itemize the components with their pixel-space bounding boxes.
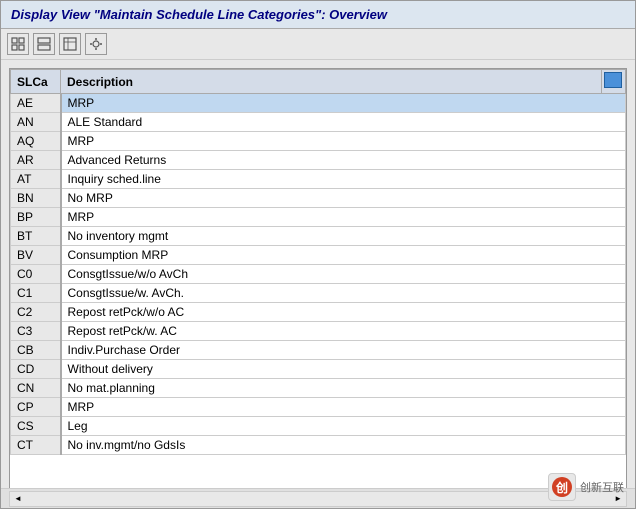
horizontal-scrollbar[interactable]: ◄ ►	[9, 491, 627, 507]
cell-slca: BV	[11, 246, 61, 265]
cell-slca: AN	[11, 113, 61, 132]
table-row[interactable]: CSLeg	[11, 417, 626, 436]
cell-description: No MRP	[61, 189, 626, 208]
logo-icon: 创	[548, 473, 576, 501]
cell-description: ConsgtIssue/w. AvCh.	[61, 284, 626, 303]
table-container[interactable]: SLCa Description AEMRPANALE StandardAQMR…	[9, 68, 627, 488]
title-bar: Display View "Maintain Schedule Line Cat…	[1, 1, 635, 29]
table-row[interactable]: C3Repost retPck/w. AC	[11, 322, 626, 341]
table-row[interactable]: CDWithout delivery	[11, 360, 626, 379]
table-row[interactable]: AEMRP	[11, 94, 626, 113]
cell-description: No inv.mgmt/no GdsIs	[61, 436, 626, 455]
logo-text: 创新互联	[580, 479, 624, 495]
cell-slca: C3	[11, 322, 61, 341]
cell-slca: BN	[11, 189, 61, 208]
column-settings-icon[interactable]	[604, 72, 622, 88]
table-row[interactable]: BTNo inventory mgmt	[11, 227, 626, 246]
table-row[interactable]: CBIndiv.Purchase Order	[11, 341, 626, 360]
cell-slca: BT	[11, 227, 61, 246]
cell-description: MRP	[61, 94, 626, 113]
table-row[interactable]: CPMRP	[11, 398, 626, 417]
table-row[interactable]: ANALE Standard	[11, 113, 626, 132]
table-row[interactable]: CTNo inv.mgmt/no GdsIs	[11, 436, 626, 455]
cell-description: ALE Standard	[61, 113, 626, 132]
view-button[interactable]	[7, 33, 29, 55]
cell-description: No inventory mgmt	[61, 227, 626, 246]
cell-slca: AE	[11, 94, 61, 113]
table-row[interactable]: ATInquiry sched.line	[11, 170, 626, 189]
table-row[interactable]: BVConsumption MRP	[11, 246, 626, 265]
cell-description: MRP	[61, 398, 626, 417]
cell-slca: CP	[11, 398, 61, 417]
cell-description: Without delivery	[61, 360, 626, 379]
cell-description: MRP	[61, 208, 626, 227]
cell-slca: CN	[11, 379, 61, 398]
cell-description: Repost retPck/w/o AC	[61, 303, 626, 322]
cell-description: Consumption MRP	[61, 246, 626, 265]
table-row[interactable]: CNNo mat.planning	[11, 379, 626, 398]
content-area: SLCa Description AEMRPANALE StandardAQMR…	[1, 60, 635, 488]
table-row[interactable]: C0ConsgtIssue/w/o AvCh	[11, 265, 626, 284]
col-settings-btn[interactable]	[602, 70, 626, 94]
table-row[interactable]: C2Repost retPck/w/o AC	[11, 303, 626, 322]
layout-button[interactable]	[33, 33, 55, 55]
cell-slca: AT	[11, 170, 61, 189]
cell-description: Inquiry sched.line	[61, 170, 626, 189]
col-header-slca[interactable]: SLCa	[11, 70, 61, 94]
table-row[interactable]: BNNo MRP	[11, 189, 626, 208]
table-row[interactable]: ARAdvanced Returns	[11, 151, 626, 170]
table-row[interactable]: AQMRP	[11, 132, 626, 151]
window-title: Display View "Maintain Schedule Line Cat…	[11, 7, 387, 22]
data-table: SLCa Description AEMRPANALE StandardAQMR…	[10, 69, 626, 455]
cell-slca: AR	[11, 151, 61, 170]
cell-slca: C1	[11, 284, 61, 303]
cell-slca: C2	[11, 303, 61, 322]
cell-description: Advanced Returns	[61, 151, 626, 170]
cell-slca: CT	[11, 436, 61, 455]
cell-description: MRP	[61, 132, 626, 151]
table-row[interactable]: BPMRP	[11, 208, 626, 227]
cell-slca: BP	[11, 208, 61, 227]
cell-description: Indiv.Purchase Order	[61, 341, 626, 360]
cell-description: Repost retPck/w. AC	[61, 322, 626, 341]
scroll-left-arrow[interactable]: ◄	[12, 494, 24, 503]
bottom-bar: ◄ ►	[1, 488, 635, 508]
cell-description: Leg	[61, 417, 626, 436]
cell-slca: AQ	[11, 132, 61, 151]
cell-slca: CB	[11, 341, 61, 360]
cell-description: No mat.planning	[61, 379, 626, 398]
cell-slca: CD	[11, 360, 61, 379]
cell-slca: C0	[11, 265, 61, 284]
cell-description: ConsgtIssue/w/o AvCh	[61, 265, 626, 284]
settings-button[interactable]	[85, 33, 107, 55]
logo-area: 创 创新互联	[548, 473, 624, 501]
main-window: Display View "Maintain Schedule Line Cat…	[0, 0, 636, 509]
svg-text:创: 创	[555, 480, 568, 495]
cell-slca: CS	[11, 417, 61, 436]
toolbar	[1, 29, 635, 60]
col-header-description: Description	[61, 70, 602, 94]
table-row[interactable]: C1ConsgtIssue/w. AvCh.	[11, 284, 626, 303]
select-button[interactable]	[59, 33, 81, 55]
